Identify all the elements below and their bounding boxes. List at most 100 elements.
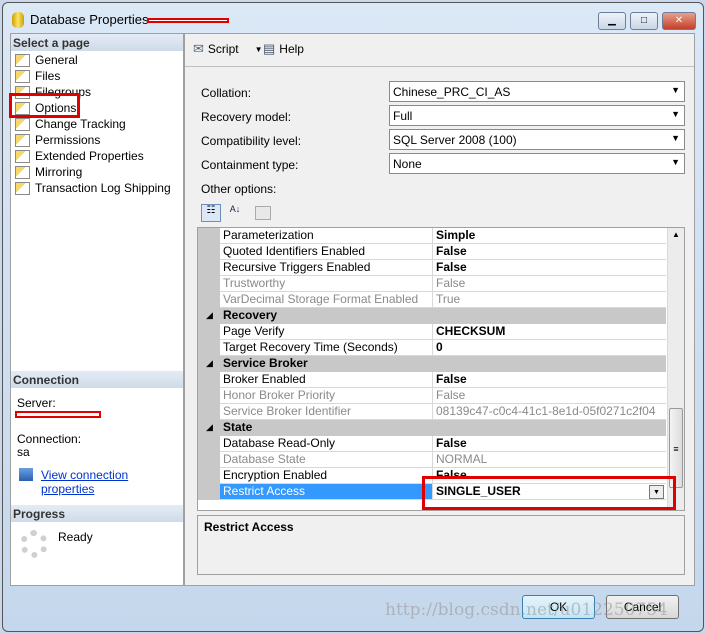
table-row[interactable]: Trustworthy False: [198, 276, 666, 292]
table-row[interactable]: Quoted Identifiers Enabled False: [198, 244, 666, 260]
table-row[interactable]: Target Recovery Time (Seconds) 0: [198, 340, 666, 356]
sidebar-item-permissions[interactable]: Permissions: [15, 132, 100, 148]
categorized-icon[interactable]: ☷: [201, 204, 221, 222]
chevron-down-icon[interactable]: ▼: [255, 45, 263, 54]
property-grid: Parameterization Simple Quoted Identifiers…: [197, 227, 685, 511]
containment-type-select[interactable]: None ▼: [389, 153, 685, 174]
property-value[interactable]: NORMAL: [433, 452, 666, 468]
sidebar-item-change-tracking[interactable]: Change Tracking: [15, 116, 126, 132]
property-value[interactable]: False: [433, 388, 666, 404]
page-icon: [15, 165, 30, 179]
sidebar-item-extended-properties[interactable]: Extended Properties: [15, 148, 144, 164]
row-gutter: [198, 244, 220, 260]
sidebar-item-mirroring[interactable]: Mirroring: [15, 164, 82, 180]
collapse-icon[interactable]: ◢: [206, 358, 213, 369]
connection-header: Connection: [11, 371, 183, 388]
property-name: Recursive Triggers Enabled: [220, 260, 433, 276]
row-gutter: [198, 468, 220, 484]
server-label: Server:: [17, 396, 56, 410]
collapse-icon[interactable]: ◢: [206, 422, 213, 433]
row-gutter: [198, 276, 220, 292]
table-row[interactable]: VarDecimal Storage Format Enabled True: [198, 292, 666, 308]
row-gutter: [198, 340, 220, 356]
property-name: VarDecimal Storage Format Enabled: [220, 292, 433, 308]
property-value[interactable]: 0: [433, 340, 666, 356]
connection-value: sa: [17, 445, 30, 459]
minimize-button[interactable]: ▁: [598, 12, 626, 30]
progress-header: Progress: [11, 505, 183, 522]
collapse-icon[interactable]: ◢: [206, 310, 213, 321]
property-pages-icon[interactable]: [255, 206, 271, 220]
page-icon: [15, 53, 30, 67]
scroll-up-icon[interactable]: ▲: [672, 230, 680, 239]
table-row[interactable]: Database State NORMAL: [198, 452, 666, 468]
property-value[interactable]: CHECKSUM: [433, 324, 666, 340]
row-gutter: [198, 372, 220, 388]
help-label: Help: [279, 42, 304, 56]
page-icon: [15, 69, 30, 83]
row-gutter: [198, 388, 220, 404]
close-button[interactable]: ✕: [662, 12, 696, 30]
property-value[interactable]: False: [433, 260, 666, 276]
script-button[interactable]: ✉ Script ▼: [193, 41, 263, 57]
sidebar-item-files[interactable]: Files: [15, 68, 60, 84]
restrict-access-highlight: [422, 476, 676, 510]
chevron-down-icon: ▼: [671, 109, 680, 119]
view-connection-properties-link[interactable]: View connection properties: [41, 468, 183, 496]
property-value[interactable]: False: [433, 436, 666, 452]
property-value[interactable]: 08139c47-c0c4-41c1-8e1d-05f0271c2f04: [433, 404, 666, 420]
chevron-down-icon: ▼: [671, 133, 680, 143]
table-row[interactable]: Recursive Triggers Enabled False: [198, 260, 666, 276]
property-value[interactable]: True: [433, 292, 666, 308]
row-gutter: [198, 228, 220, 244]
help-button[interactable]: ▤ Help: [263, 41, 304, 57]
collation-select[interactable]: Chinese_PRC_CI_AS ▼: [389, 81, 685, 102]
category-row[interactable]: ◢ Recovery: [198, 308, 666, 324]
scrollbar[interactable]: ▲ ≡: [667, 228, 684, 510]
sidebar-item-general[interactable]: General: [15, 52, 78, 68]
sidebar-item-label: Files: [35, 69, 61, 83]
sort-alphabetical-icon[interactable]: A↓: [225, 204, 245, 222]
maximize-button[interactable]: □: [630, 12, 658, 30]
row-gutter: [198, 436, 220, 452]
table-row[interactable]: Parameterization Simple: [198, 228, 666, 244]
property-value[interactable]: False: [433, 244, 666, 260]
table-row[interactable]: Service Broker Identifier 08139c47-c0c4-4…: [198, 404, 666, 420]
property-name: Target Recovery Time (Seconds): [220, 340, 433, 356]
sidebar-item-transaction-log-shipping[interactable]: Transaction Log Shipping: [15, 180, 171, 196]
watermark: http://blog.csdn.net/u012250754: [385, 600, 668, 620]
category-row[interactable]: ◢ Service Broker: [198, 356, 666, 372]
category-name: State: [223, 420, 253, 434]
property-value[interactable]: False: [433, 372, 666, 388]
recovery-model-select[interactable]: Full ▼: [389, 105, 685, 126]
property-name: Restrict Access: [220, 484, 433, 500]
help-icon: ▤: [263, 41, 276, 56]
property-name: Parameterization: [220, 228, 433, 244]
property-name: Service Broker Identifier: [220, 404, 433, 420]
table-row[interactable]: Database Read-Only False: [198, 436, 666, 452]
property-name: Trustworthy: [220, 276, 433, 292]
row-gutter: [198, 292, 220, 308]
category-name: Recovery: [223, 308, 278, 322]
collation-label: Collation:: [201, 86, 252, 100]
table-row[interactable]: Page Verify CHECKSUM: [198, 324, 666, 340]
redacted-name: [147, 18, 229, 23]
recovery-model-value: Full: [393, 109, 413, 123]
page-icon: [15, 149, 30, 163]
row-gutter: [198, 324, 220, 340]
table-row[interactable]: Honor Broker Priority False: [198, 388, 666, 404]
script-label: Script: [207, 42, 239, 56]
sidebar-item-label: Permissions: [35, 133, 101, 147]
category-row[interactable]: ◢ State: [198, 420, 666, 436]
property-value[interactable]: Simple: [433, 228, 666, 244]
page-icon: [15, 117, 30, 131]
redacted-server: [15, 411, 101, 418]
script-icon: ✉: [193, 41, 204, 56]
property-name: Page Verify: [220, 324, 433, 340]
compatibility-level-select[interactable]: SQL Server 2008 (100) ▼: [389, 129, 685, 150]
property-value[interactable]: False: [433, 276, 666, 292]
category-name: Service Broker: [223, 356, 308, 370]
table-row[interactable]: Broker Enabled False: [198, 372, 666, 388]
database-icon: [12, 12, 24, 28]
options-highlight: [9, 93, 80, 118]
